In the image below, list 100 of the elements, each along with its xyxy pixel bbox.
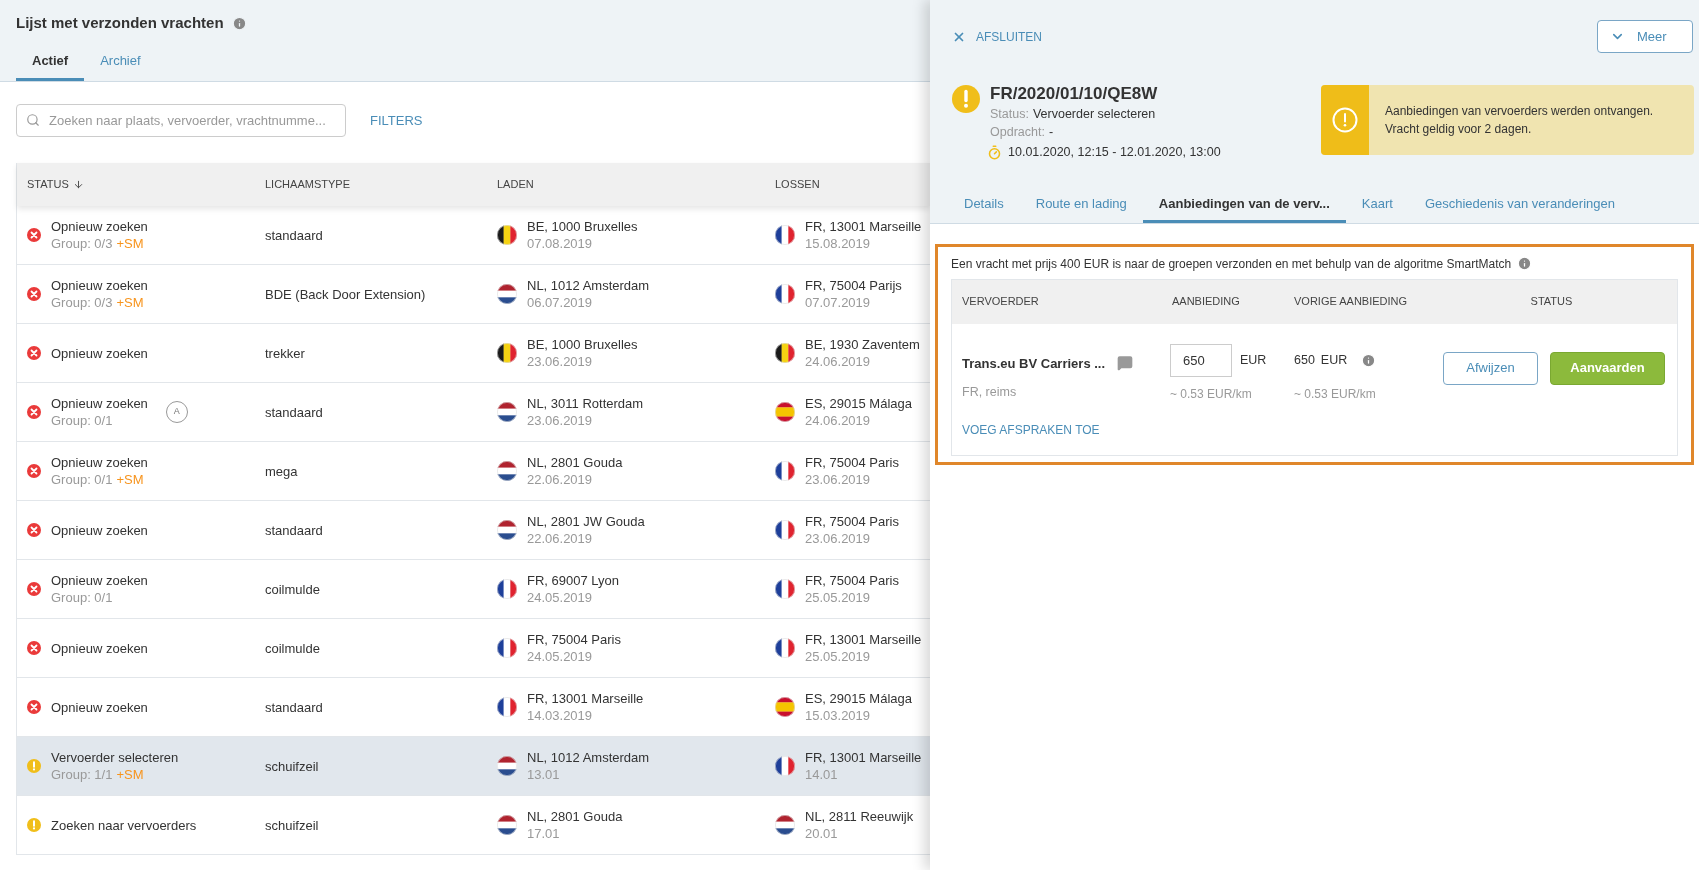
error-icon (27, 405, 41, 419)
place-text: NL, 2801 Gouda (527, 454, 623, 471)
flag-icon (775, 638, 795, 658)
order-value: - (1048, 124, 1054, 141)
place-text: BE, 1930 Zaventem (805, 336, 920, 353)
flag-icon (775, 815, 795, 835)
place-text: NL, 2811 Reeuwijk (805, 808, 914, 825)
column-header: LADEN (497, 177, 534, 193)
group-text: Group: 0/1 (51, 412, 113, 429)
per-km-text: ~ 0.53 EUR/km (1170, 385, 1253, 403)
status-text: Opnieuw zoeken (51, 454, 148, 471)
timer-icon (987, 144, 1002, 160)
place-text: NL, 1012 Amsterdam (527, 749, 650, 766)
flag-icon (497, 284, 517, 304)
flag-icon (497, 225, 517, 245)
smartmatch-tag: +SM (116, 294, 144, 311)
flag-icon (775, 461, 795, 481)
group-text: Group: 1/1 (51, 766, 113, 783)
body-type-text: standaard (265, 405, 323, 420)
place-text: FR, 75004 Paris (805, 572, 899, 589)
offer-input[interactable]: 650 (1170, 343, 1232, 377)
body-type-text: coilmulde (265, 582, 320, 597)
place-text: FR, 13001 Marseille (527, 690, 644, 707)
freight-id: FR/2020/01/10/QE8W (990, 83, 1159, 105)
place-text: NL, 2801 JW Gouda (527, 513, 645, 530)
warning-icon (1332, 107, 1358, 133)
place-text: FR, 75004 Paris (527, 631, 621, 648)
error-icon (27, 287, 41, 301)
date-text: 15.03.2019 (805, 707, 872, 724)
alert-text: Aanbiedingen van vervoerders werden ontvangen. Vracht geldig voor 2 dagen. (1384, 103, 1655, 138)
column-header: AANBIEDING (1171, 294, 1241, 310)
column-header: VORIGE AANBIEDING (1293, 294, 1409, 310)
date-text: 22.06.2019 (527, 530, 594, 547)
date-text: 15.08.2019 (805, 235, 872, 252)
warning-icon (952, 85, 980, 113)
info-icon (1361, 352, 1377, 368)
status-text: Zoeken naar vervoerders (51, 816, 197, 834)
status-text: Opnieuw zoeken (51, 521, 148, 539)
time-range: 10.01.2020, 12:15 - 12.01.2020, 13:00 (1008, 144, 1221, 161)
flag-icon (775, 343, 795, 363)
place-text: NL, 1012 Amsterdam (527, 277, 650, 294)
flag-icon (775, 402, 795, 422)
sort-icon[interactable] (72, 179, 84, 190)
body-type-text: mega (265, 464, 298, 479)
status-value: Vervoerder selecteren (1032, 106, 1156, 123)
error-icon (27, 228, 41, 242)
date-text: 07.08.2019 (527, 235, 594, 252)
flag-icon (497, 343, 517, 363)
error-icon (27, 523, 41, 537)
search-field[interactable]: Zoeken naar plaats, vervoerder, vrachtnumme... (16, 104, 346, 137)
date-text: 25.05.2019 (805, 589, 872, 606)
flag-icon (775, 520, 795, 540)
group-text: Group: 0/3 (51, 235, 113, 252)
place-text: FR, 75004 Paris (805, 513, 899, 530)
status-text: Opnieuw zoeken (51, 698, 148, 716)
column-header: LOSSEN (775, 177, 820, 193)
status-text: Opnieuw zoeken (51, 277, 148, 294)
carrier-name: Trans.eu BV Carriers ... (962, 354, 1106, 373)
table-row[interactable]: Vervoerder selecteren Group: 1/1 +SM schuifzeil NL, 1012 Amsterdam 13.01 FR, 13001 Marseille 14.01 (17, 737, 930, 796)
body-type-text: coilmulde (265, 641, 320, 656)
date-text: 23.06.2019 (805, 530, 872, 547)
search-icon (26, 113, 40, 127)
previous-offer-amount: 650 (1294, 351, 1315, 369)
page-title: Lijst met verzonden vrachten (16, 13, 224, 33)
reject-button[interactable]: Afwijzen (1443, 351, 1538, 385)
order-label: Opdracht: (990, 124, 1045, 141)
tab[interactable]: Aanbiedingen van de verv... (1142, 194, 1346, 223)
flag-icon (497, 402, 517, 422)
place-text: ES, 29015 Málaga (805, 690, 912, 707)
status-text: Opnieuw zoeken (51, 572, 148, 589)
group-text: Group: 0/3 (51, 294, 113, 311)
smartmatch-tag: +SM (116, 235, 144, 252)
flag-icon (497, 756, 517, 776)
date-text: 14.03.2019 (527, 707, 594, 724)
error-icon (27, 582, 41, 596)
tab[interactable]: Actief (16, 50, 85, 81)
flag-icon (497, 815, 517, 835)
offers-note: Een vracht met prijs 400 EUR is naar de groepen verzonden en met behulp van de algoritme SmartMatch (951, 255, 1512, 273)
date-text: 23.06.2019 (527, 412, 594, 429)
more-button[interactable]: Meer (1597, 20, 1693, 53)
flag-icon (775, 225, 795, 245)
column-header: VERVOERDER (961, 294, 1040, 310)
add-agreements-link[interactable]: VOEG AFSPRAKEN TOE (962, 420, 1100, 439)
error-icon (27, 700, 41, 714)
status-text: Opnieuw zoeken (51, 218, 148, 235)
place-text: FR, 75004 Paris (805, 454, 899, 471)
smartmatch-tag: +SM (116, 766, 144, 783)
status-text: Opnieuw zoeken (51, 639, 148, 657)
status-text: Opnieuw zoeken (51, 344, 148, 362)
comment-icon[interactable] (1117, 355, 1134, 372)
body-type-text: BDE (Back Door Extension) (265, 287, 426, 302)
flag-icon (775, 284, 795, 304)
filters-link[interactable]: FILTERS (370, 110, 423, 131)
body-type-text: standaard (265, 523, 323, 538)
column-header[interactable]: STATUS (27, 176, 69, 193)
place-text: FR, 13001 Marseille (805, 749, 922, 766)
body-type-text: standaard (265, 228, 323, 243)
carrier-location: FR, reims (962, 384, 1018, 401)
body-type-text: schuifzeil (265, 759, 319, 774)
warning-icon (27, 818, 41, 832)
